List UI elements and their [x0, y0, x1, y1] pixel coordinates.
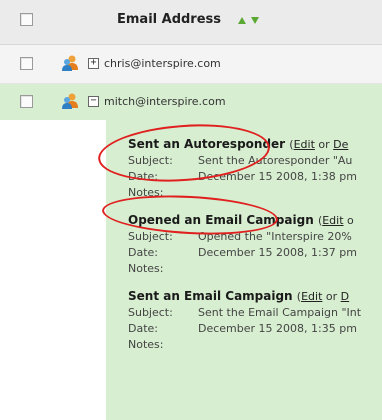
notes-line: Notes: — [128, 186, 164, 199]
activity-type: Sent an Autoresponder — [128, 137, 286, 151]
subject-line: Subject: Sent the Email Campaign "Int — [128, 306, 362, 319]
email-address-column-header[interactable]: Email Address — [117, 12, 221, 27]
select-all-checkbox[interactable] — [20, 13, 33, 26]
contact-email[interactable]: mitch@interspire.com — [104, 95, 226, 108]
date-line: Date: December 15 2008, 1:38 pm — [128, 170, 357, 183]
activity-title: Sent an Email Campaign (Edit or D — [128, 289, 350, 303]
activity-panel: Sent an Autoresponder (Edit or De Subjec… — [106, 120, 382, 420]
contact-people-icon — [62, 55, 78, 71]
activity-item: Opened an Email Campaign (Edit o Subject… — [128, 212, 382, 277]
contact-row-expanded: − mitch@interspire.com — [0, 84, 382, 120]
expand-toggle-icon[interactable]: + — [88, 58, 99, 69]
subject-line: Subject: Opened the "Interspire 20% — [128, 230, 352, 243]
edit-link[interactable]: Edit — [301, 290, 322, 303]
table-header: Email Address — [0, 0, 382, 45]
edit-link[interactable]: Edit — [322, 214, 343, 227]
activity-title: Opened an Email Campaign (Edit o — [128, 213, 354, 227]
collapse-toggle-icon[interactable]: − — [88, 96, 99, 107]
row-checkbox[interactable] — [20, 95, 33, 108]
notes-line: Notes: — [128, 262, 164, 275]
subject-line: Subject: Sent the Autoresponder "Au — [128, 154, 353, 167]
activity-item: Sent an Email Campaign (Edit or D Subjec… — [128, 288, 382, 353]
edit-link[interactable]: Edit — [294, 138, 315, 151]
date-line: Date: December 15 2008, 1:37 pm — [128, 246, 357, 259]
row-checkbox[interactable] — [20, 57, 33, 70]
activity-title: Sent an Autoresponder (Edit or De — [128, 137, 349, 151]
activity-item: Sent an Autoresponder (Edit or De Subjec… — [128, 136, 382, 201]
notes-line: Notes: — [128, 338, 164, 351]
contact-row: + chris@interspire.com — [0, 45, 382, 84]
date-line: Date: December 15 2008, 1:35 pm — [128, 322, 357, 335]
sort-arrows-icon[interactable] — [237, 13, 261, 27]
delete-link[interactable]: De — [333, 138, 348, 151]
activity-type: Sent an Email Campaign — [128, 289, 293, 303]
contact-people-icon — [62, 93, 78, 109]
contact-email[interactable]: chris@interspire.com — [104, 57, 221, 70]
delete-link[interactable]: D — [341, 290, 349, 303]
activity-type: Opened an Email Campaign — [128, 213, 314, 227]
